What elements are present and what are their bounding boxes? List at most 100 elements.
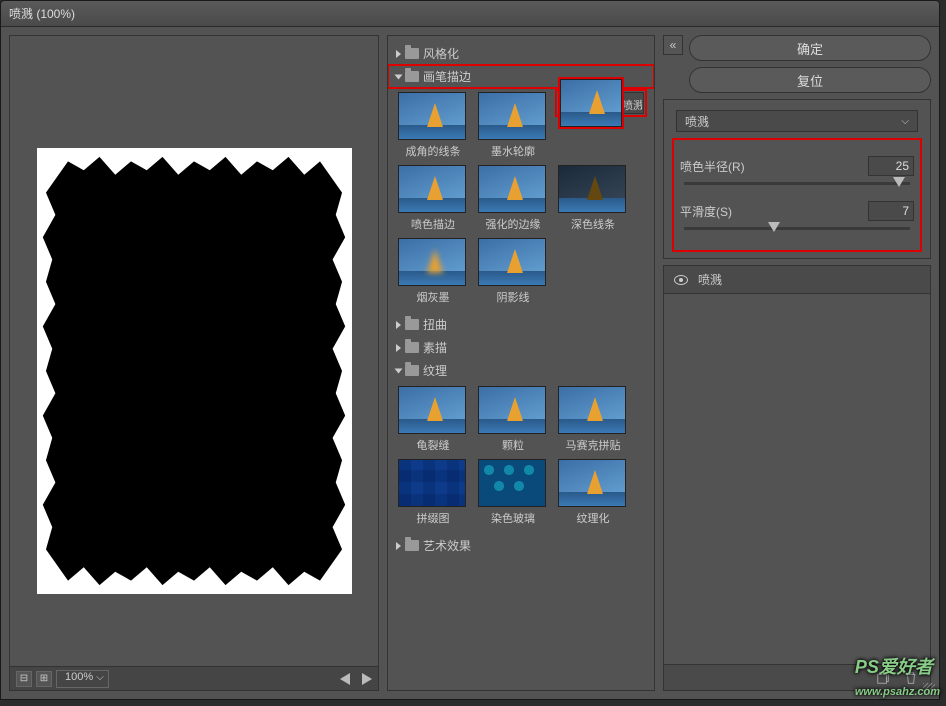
titlebar[interactable]: 喷溅 (100%) <box>1 1 939 27</box>
radius-label: 喷色半径(R) <box>680 158 745 175</box>
reset-button[interactable]: 复位 <box>689 67 931 93</box>
thumb-label: 墨水轮廓 <box>478 143 548 159</box>
category-label: 纹理 <box>423 362 447 379</box>
category-label: 艺术效果 <box>423 537 471 554</box>
zoom-in-button[interactable]: ⊞ <box>36 671 52 687</box>
new-layer-icon[interactable] <box>876 671 890 685</box>
expand-icon <box>396 321 401 329</box>
folder-icon <box>405 365 419 376</box>
smooth-row: 平滑度(S) <box>680 201 914 230</box>
thumb-image <box>478 238 546 286</box>
smooth-slider[interactable] <box>684 227 910 230</box>
filter-thumb-spatter[interactable]: 喷溅 <box>558 92 644 114</box>
zoom-value: 100% <box>65 671 93 683</box>
thumb-image <box>398 165 466 213</box>
filter-thumb-texturizer[interactable]: 纹理化 <box>558 459 628 526</box>
chevron-down-icon: ⌵ <box>901 116 909 127</box>
nav-prev-button[interactable] <box>340 673 350 685</box>
effect-layer-item[interactable]: 喷溅 <box>664 266 930 294</box>
texture-thumbs: 龟裂缝 颗粒 马赛克拼贴 拼缀图 染色玻璃 纹理化 <box>388 382 654 534</box>
thumb-image <box>398 238 466 286</box>
filter-thumb-craquelure[interactable]: 龟裂缝 <box>398 386 468 453</box>
folder-icon <box>405 71 419 82</box>
filter-thumb-ink[interactable]: 墨水轮廓 <box>478 92 548 159</box>
thumb-label: 染色玻璃 <box>478 510 548 526</box>
zoom-select[interactable]: 100% ⌵ <box>56 670 109 688</box>
filter-select[interactable]: 喷溅 ⌵ <box>676 110 918 132</box>
ok-button[interactable]: 确定 <box>689 35 931 61</box>
filter-thumb-sprayed[interactable]: 喷色描边 <box>398 165 468 232</box>
spatter-mask <box>37 148 352 594</box>
thumb-image <box>478 165 546 213</box>
category-label: 素描 <box>423 339 447 356</box>
eye-icon[interactable] <box>674 275 688 285</box>
thumb-image <box>478 92 546 140</box>
filter-gallery-window: 喷溅 (100%) ⊟ ⊞ 100% ⌵ <box>0 0 940 700</box>
effect-layers-box: 喷溅 <box>663 265 931 691</box>
category-distort[interactable]: 扭曲 <box>388 313 654 336</box>
category-label: 画笔描边 <box>423 68 471 85</box>
button-row: « 确定 复位 <box>663 35 931 93</box>
radius-row: 喷色半径(R) <box>680 156 914 185</box>
filter-thumb-patchwork[interactable]: 拼缀图 <box>398 459 468 526</box>
category-stylize[interactable]: 风格化 <box>388 42 654 65</box>
zoom-out-button[interactable]: ⊟ <box>16 671 32 687</box>
slider-thumb[interactable] <box>768 222 780 232</box>
filter-tree: 风格化 画笔描边 成角的线条 墨水轮廓 喷溅 喷色描边 强化的边缘 深色线条 烟… <box>388 36 654 563</box>
parameters-box: 喷溅 ⌵ 喷色半径(R) <box>663 99 931 259</box>
filter-select-value: 喷溅 <box>685 113 709 130</box>
filter-tree-panel: 风格化 画笔描边 成角的线条 墨水轮廓 喷溅 喷色描边 强化的边缘 深色线条 烟… <box>387 35 655 691</box>
filter-thumb-dark[interactable]: 深色线条 <box>558 165 628 232</box>
thumb-image <box>558 386 626 434</box>
filter-thumb-accented[interactable]: 强化的边缘 <box>478 165 548 232</box>
category-artistic[interactable]: 艺术效果 <box>388 534 654 557</box>
zoom-bar: ⊟ ⊞ 100% ⌵ <box>10 666 378 690</box>
right-panel: « 确定 复位 喷溅 ⌵ 喷色半径(R) <box>663 35 931 691</box>
filter-thumb-grain[interactable]: 颗粒 <box>478 386 548 453</box>
thumb-label: 深色线条 <box>558 216 628 232</box>
thumb-label: 成角的线条 <box>398 143 468 159</box>
thumb-label: 马赛克拼贴 <box>558 437 628 453</box>
filter-thumb-crosshatch[interactable]: 阴影线 <box>478 238 548 305</box>
collapse-icon[interactable]: « <box>663 35 683 55</box>
thumb-label: 烟灰墨 <box>398 289 468 305</box>
thumb-label: 强化的边缘 <box>478 216 548 232</box>
thumb-label: 颗粒 <box>478 437 548 453</box>
trash-icon[interactable] <box>904 671 918 685</box>
preview-panel: ⊟ ⊞ 100% ⌵ <box>9 35 379 691</box>
filter-thumb-sumie[interactable]: 烟灰墨 <box>398 238 468 305</box>
filter-thumb-angled[interactable]: 成角的线条 <box>398 92 468 159</box>
folder-icon <box>405 342 419 353</box>
body: ⊟ ⊞ 100% ⌵ 风格化 <box>1 27 939 699</box>
nav-next-button[interactable] <box>362 673 372 685</box>
radius-input[interactable] <box>868 156 914 176</box>
smooth-input[interactable] <box>868 201 914 221</box>
folder-icon <box>405 48 419 59</box>
expand-icon <box>396 50 401 58</box>
folder-icon <box>405 540 419 551</box>
preview-viewport[interactable] <box>10 36 378 666</box>
category-sketch[interactable]: 素描 <box>388 336 654 359</box>
filter-thumb-mosaic[interactable]: 马赛克拼贴 <box>558 386 628 453</box>
resize-grip[interactable] <box>923 683 935 695</box>
thumb-image <box>478 386 546 434</box>
radius-slider[interactable] <box>684 182 910 185</box>
thumb-label: 龟裂缝 <box>398 437 468 453</box>
expand-icon <box>395 74 403 79</box>
thumb-image <box>558 459 626 507</box>
slider-thumb[interactable] <box>893 177 905 187</box>
window-title: 喷溅 (100%) <box>9 5 75 22</box>
category-label: 风格化 <box>423 45 459 62</box>
expand-icon <box>395 368 403 373</box>
layer-label: 喷溅 <box>698 271 722 288</box>
category-texture[interactable]: 纹理 <box>388 359 654 382</box>
thumb-label: 阴影线 <box>478 289 548 305</box>
thumb-image <box>560 79 622 127</box>
thumb-image <box>398 459 466 507</box>
thumb-image <box>398 386 466 434</box>
expand-icon <box>396 542 401 550</box>
chevron-down-icon: ⌵ <box>96 672 104 683</box>
filter-thumb-stained[interactable]: 染色玻璃 <box>478 459 548 526</box>
thumb-label: 拼缀图 <box>398 510 468 526</box>
thumb-label: 纹理化 <box>558 510 628 526</box>
